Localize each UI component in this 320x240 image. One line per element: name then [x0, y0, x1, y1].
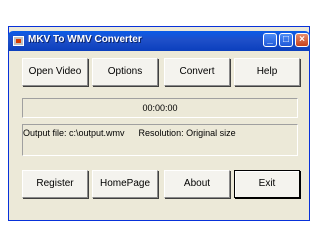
time-display: 00:00:00 — [22, 98, 298, 118]
app-icon — [13, 36, 24, 46]
time-value: 00:00:00 — [142, 103, 178, 113]
about-button[interactable]: About — [164, 170, 230, 198]
open-video-button[interactable]: Open Video — [22, 58, 88, 86]
client-area: Open Video Options Convert Help 00:00:00… — [12, 51, 306, 219]
register-button[interactable]: Register — [22, 170, 88, 198]
title-bar[interactable]: MKV To WMV Converter _ □ × — [8, 31, 310, 51]
window-title: MKV To WMV Converter — [28, 34, 142, 45]
close-button[interactable]: × — [295, 33, 309, 47]
options-button[interactable]: Options — [92, 58, 158, 86]
exit-button[interactable]: Exit — [234, 170, 300, 198]
info-panel: Output file: c:\output.wmv Resolution: Or… — [22, 124, 298, 156]
minimize-button[interactable]: _ — [263, 33, 277, 47]
convert-button[interactable]: Convert — [164, 58, 230, 86]
maximize-button[interactable]: □ — [279, 33, 293, 47]
resolution-label: Resolution: Original size — [138, 128, 236, 138]
help-button[interactable]: Help — [234, 58, 300, 86]
output-file-label: Output file: c:\output.wmv — [23, 128, 125, 138]
homepage-button[interactable]: HomePage — [92, 170, 158, 198]
